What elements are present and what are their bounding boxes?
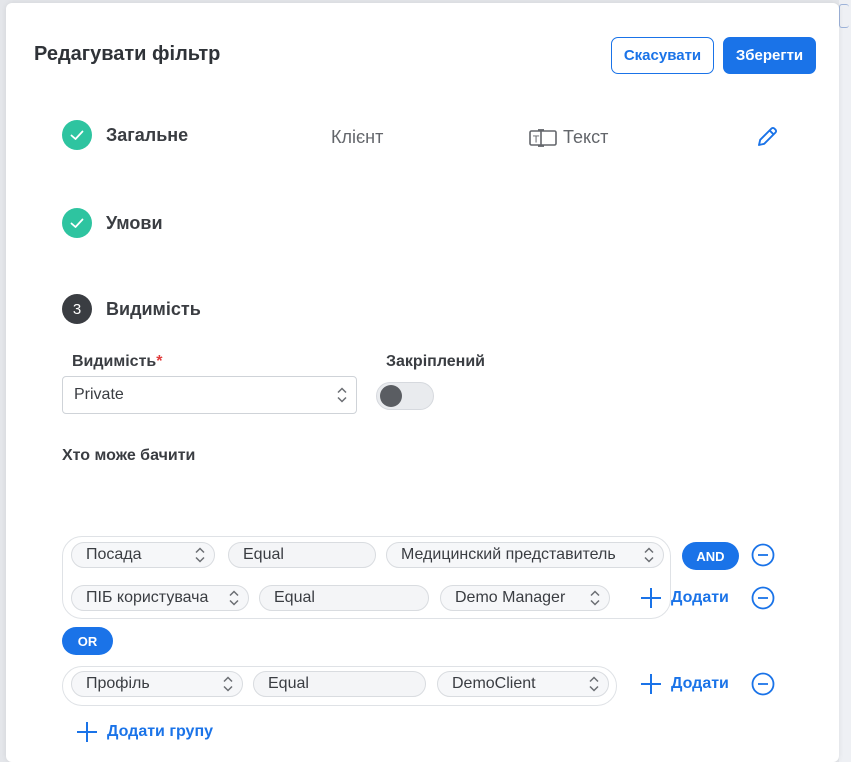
toggle-knob: [380, 385, 402, 407]
required-mark: *: [156, 353, 163, 370]
add-condition-button[interactable]: Додати: [639, 586, 729, 610]
condition-field-select[interactable]: Посада: [71, 542, 215, 568]
condition-operator-input[interactable]: Equal: [253, 671, 426, 697]
background-icon: [839, 4, 849, 28]
plus-icon: [77, 722, 97, 742]
chevron-up-down-icon: [590, 590, 600, 606]
visibility-label: Видимість*: [72, 353, 163, 370]
check-icon: [62, 208, 92, 238]
and-button[interactable]: AND: [682, 542, 739, 570]
add-condition-button[interactable]: Додати: [639, 672, 729, 696]
condition-value-select[interactable]: Demo Manager: [440, 585, 610, 611]
chevron-up-down-icon: [229, 590, 239, 606]
chevron-up-down-icon: [195, 547, 205, 563]
step-number: 3: [62, 294, 92, 324]
remove-condition-icon[interactable]: [751, 672, 775, 696]
chevron-up-down-icon: [644, 547, 654, 563]
text-field-icon: T: [529, 128, 557, 147]
step-label: Умови: [106, 212, 163, 233]
visibility-select[interactable]: Private: [62, 376, 357, 414]
visibility-select-value: Private: [74, 386, 124, 403]
svg-text:T: T: [532, 134, 540, 145]
or-badge[interactable]: OR: [62, 627, 113, 655]
save-button[interactable]: Зберегти: [723, 37, 816, 74]
who-can-see-label: Хто може бачити: [62, 447, 196, 464]
condition-operator-input[interactable]: Equal: [228, 542, 376, 568]
modal-title: Редагувати фільтр: [34, 43, 221, 65]
summary-type-label: Текст: [563, 127, 609, 147]
step-general[interactable]: Загальне: [62, 120, 188, 150]
condition-field-select[interactable]: Профіль: [71, 671, 243, 697]
condition-operator-input[interactable]: Equal: [259, 585, 429, 611]
pencil-icon[interactable]: [754, 124, 780, 150]
pinned-toggle[interactable]: [376, 382, 434, 410]
step-label: Загальне: [106, 124, 189, 145]
summary-object: Клієнт: [331, 127, 384, 147]
chevron-up-down-icon: [337, 387, 347, 403]
summary-type: T Текст: [529, 127, 608, 148]
plus-icon: [641, 588, 661, 608]
edit-filter-modal: Редагувати фільтр Скасувати Зберегти Заг…: [6, 3, 839, 762]
pinned-label: Закріплений: [386, 353, 485, 370]
chevron-up-down-icon: [223, 676, 233, 692]
plus-icon: [641, 674, 661, 694]
cancel-button[interactable]: Скасувати: [611, 37, 714, 74]
remove-condition-icon[interactable]: [751, 586, 775, 610]
condition-field-select[interactable]: ПІБ користувача: [71, 585, 249, 611]
remove-condition-icon[interactable]: [751, 543, 775, 567]
condition-value-select[interactable]: Медицинский представитель: [386, 542, 664, 568]
step-conditions[interactable]: Умови: [62, 208, 163, 238]
check-icon: [62, 120, 92, 150]
step-visibility[interactable]: 3 Видимість: [62, 294, 201, 324]
chevron-up-down-icon: [589, 676, 599, 692]
add-group-button[interactable]: Додати групу: [75, 720, 213, 744]
condition-value-select[interactable]: DemoClient: [437, 671, 609, 697]
step-label: Видимість: [106, 298, 201, 319]
background-page: [839, 0, 851, 762]
